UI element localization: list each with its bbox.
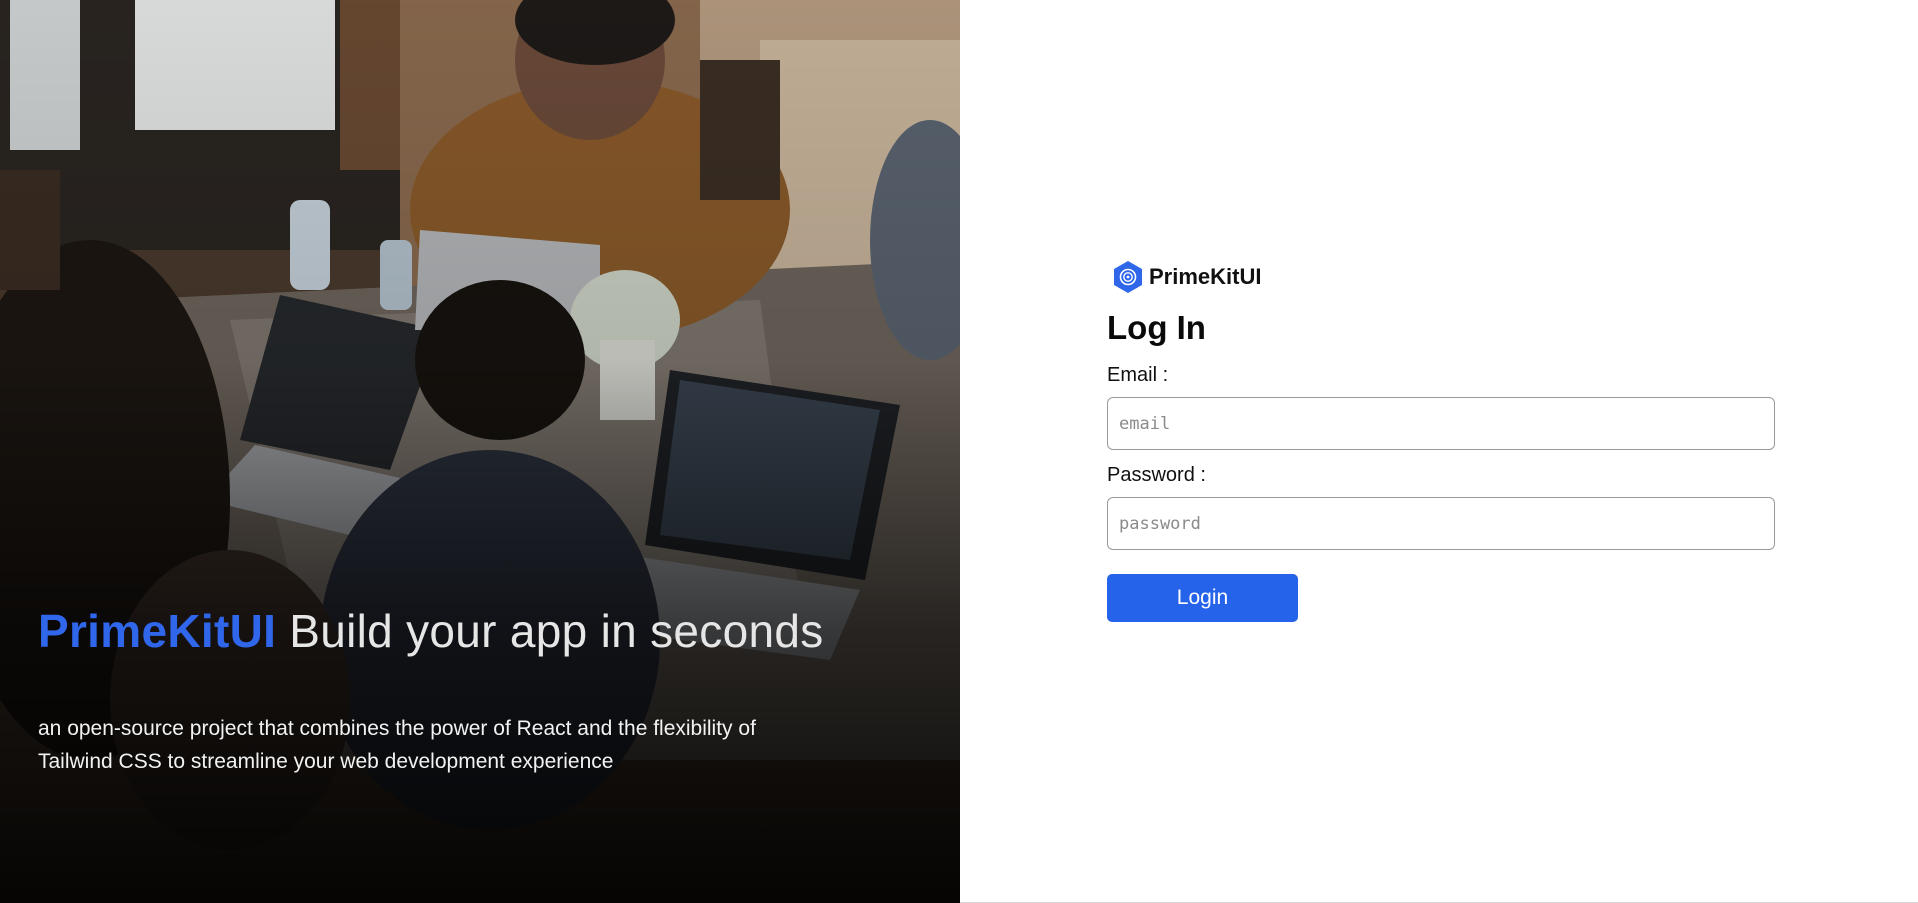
hero-description: an open-source project that combines the…: [38, 717, 756, 773]
brand-row: PrimeKitUI: [1112, 258, 1775, 296]
brand-name: PrimeKitUI: [1149, 264, 1262, 289]
hero-text-block: PrimeKitUI Build your app in seconds an …: [38, 598, 838, 778]
hero-brand-name: PrimeKitUI: [38, 605, 277, 657]
login-form: PrimeKitUI Log In Email : Password : Log…: [1107, 258, 1775, 622]
password-field[interactable]: [1107, 497, 1775, 550]
hexagon-logo-icon: [1114, 261, 1142, 293]
hero-headline: PrimeKitUI Build your app in seconds: [38, 598, 838, 664]
email-field[interactable]: [1107, 397, 1775, 450]
email-label: Email :: [1107, 364, 1169, 386]
login-title: Log In: [1107, 309, 1206, 346]
hero-panel: PrimeKitUI Build your app in seconds an …: [0, 0, 960, 903]
hero-headline-text: Build your app in seconds: [276, 605, 824, 657]
login-button[interactable]: Login: [1107, 574, 1298, 622]
login-page: PrimeKitUI Build your app in seconds an …: [0, 0, 1918, 903]
password-label: Password :: [1107, 464, 1206, 486]
